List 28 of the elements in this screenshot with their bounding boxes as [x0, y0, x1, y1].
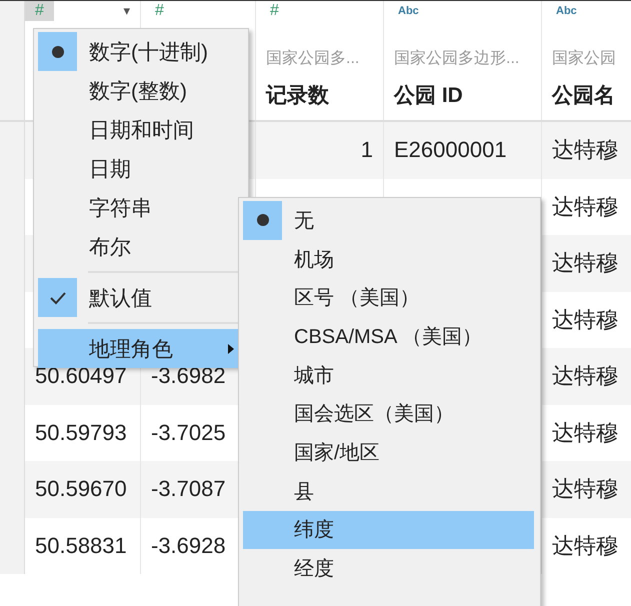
row-header	[0, 518, 25, 574]
type-icon: #	[266, 1, 283, 21]
type-icon: #	[151, 1, 168, 21]
menu-item[interactable]: 数字(十进制)	[38, 32, 244, 71]
menu-item[interactable]: 日期	[38, 149, 244, 188]
menu-item[interactable]: 纬度	[243, 510, 534, 550]
column-source: 国家公园多边形...	[394, 48, 520, 69]
menu-item[interactable]: 区号 （美国）	[243, 278, 534, 318]
column-source: 国家公园多...	[266, 48, 360, 69]
menu-item[interactable]: 无	[243, 201, 534, 240]
type-icon: Abc	[552, 1, 581, 21]
table-cell: 达特穆	[542, 518, 631, 574]
menu-item[interactable]: 日期和时间	[38, 110, 244, 149]
radio-dot-icon	[52, 46, 64, 58]
menu-item[interactable]: 数字(整数)	[38, 71, 244, 110]
checkmark-icon	[48, 290, 66, 304]
radio-dot-icon	[256, 214, 268, 226]
menu-item[interactable]: 机场	[243, 240, 534, 278]
caret-icon[interactable]: ▾	[123, 3, 130, 19]
table-cell: 50.58831	[25, 518, 141, 574]
menu-item[interactable]: 默认值	[38, 278, 244, 317]
column-source: 国家公园	[552, 48, 617, 69]
type-icon: Abc	[394, 1, 423, 21]
column-header[interactable]: 记录数	[266, 81, 383, 109]
type-icon: #	[25, 1, 54, 21]
column-header[interactable]: 公园名	[552, 81, 631, 109]
submenu-arrow-icon	[228, 344, 234, 354]
column-header[interactable]: 公园 ID	[394, 81, 541, 109]
